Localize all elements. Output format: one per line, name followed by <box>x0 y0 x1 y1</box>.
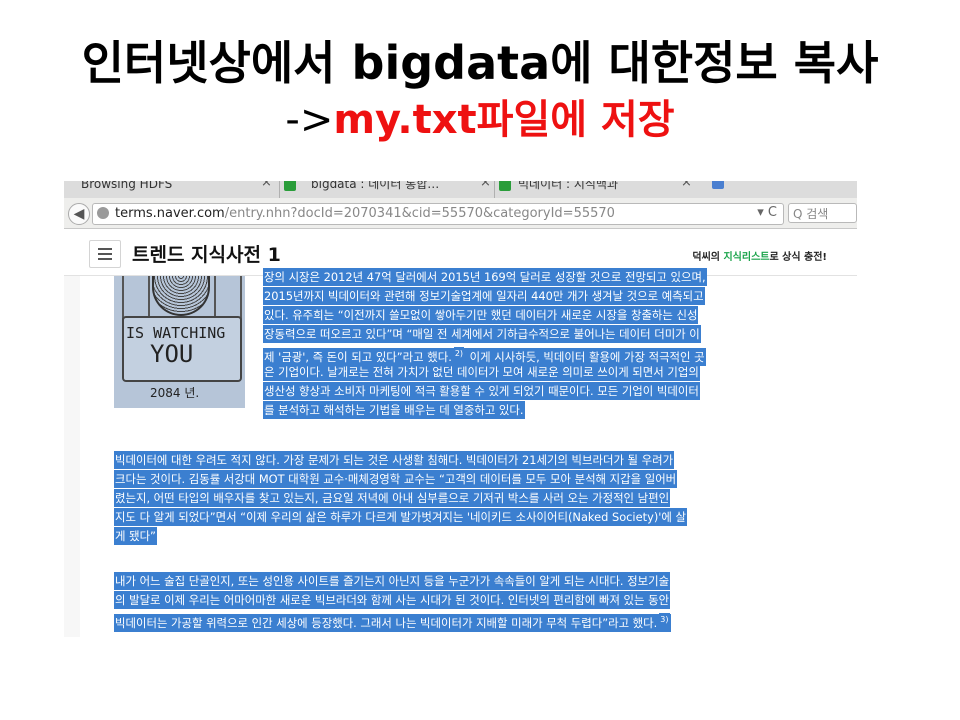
slide-title-line1: 인터넷상에서 bigdata에 대한정보 복사 <box>81 36 879 90</box>
text-line: 를 분석하고 해석하는 기법을 배우는 데 열중하고 있다. <box>263 401 525 419</box>
browser-screenshot: Browsing HDFS × bigdata : 데이터 통합… × 빅데이터… <box>64 181 857 637</box>
text-line: 내가 어느 술집 단골인지, 또는 성인용 사이트를 즐기는지 아닌지 등을 누… <box>114 572 671 590</box>
promo-suffix: 로 상식 충전! <box>769 252 827 263</box>
reload-dropdown-icon[interactable]: ▾ C <box>757 205 777 220</box>
tab-close-icon[interactable]: × <box>681 181 692 189</box>
promo-text[interactable]: 덕씨의 지식리스트로 상식 충전! <box>692 248 827 263</box>
tab-label: 빅데이터 : 지식백과 <box>518 181 618 191</box>
promo-link[interactable]: 지식리스트 <box>723 252 769 263</box>
text-line: 생산성 향상과 소비자 마케팅에 적극 활용할 수 있게 되었기 때문이다. 모… <box>263 382 700 400</box>
text-line: 게 됐다” <box>114 527 157 545</box>
url-host: terms.naver.com <box>115 206 225 221</box>
text-line: 의 발달로 이제 우리는 어마어마한 새로운 빅브라더와 함께 사는 시대가 된… <box>114 591 671 609</box>
illustration-text: 2084 년. <box>150 386 200 400</box>
text-line: 장의 시장은 2012년 47억 달러에서 2015년 169억 달러로 성장할… <box>263 268 707 286</box>
text-line: 렸는지, 어떤 타입의 배우자를 찾고 있는지, 금요일 저녁에 아내 심부름으… <box>114 489 671 507</box>
text-line: 빅데이터에 대한 우려도 적지 않다. 가장 문제가 되는 것은 사생활 침해다… <box>114 451 675 469</box>
article-content: IS WATCHING YOU 2084 년. 장의 시장은 2012년 47억… <box>64 268 857 637</box>
tab-bigdata[interactable]: bigdata : 데이터 통합… × <box>280 181 494 198</box>
url-path: /entry.nhn?docId=2070341&cid=55570&categ… <box>224 206 615 221</box>
text-line: 있다. 유주희는 “이전까지 쓸모없이 쌓아두기만 했던 데이터가 새로운 시장… <box>263 306 699 324</box>
footnote-ref[interactable]: 3) <box>659 613 670 626</box>
tab-browsing-hdfs[interactable]: Browsing HDFS × <box>64 181 279 198</box>
text-line: 크다는 것이다. 김동률 서강대 MOT 대학원 교수·매체경영학 교수는 “고… <box>114 470 678 488</box>
title-arrow: -> <box>285 97 334 143</box>
title-red-text: my.txt파일에 저장 <box>333 97 675 143</box>
naver-favicon-icon <box>499 181 511 191</box>
menu-icon[interactable] <box>89 240 121 268</box>
url-text: terms.naver.com/entry.nhn?docId=2070341&… <box>115 206 615 221</box>
globe-icon <box>97 207 109 219</box>
promo-prefix: 덕씨의 <box>692 252 724 263</box>
slide-title-line2: ->my.txt파일에 저장 <box>0 94 960 146</box>
text-line: 은 기업이다. 날개로는 전혀 가치가 없던 데이터가 모여 새로운 의미로 쓰… <box>263 363 700 381</box>
new-tab-icon[interactable] <box>712 181 724 189</box>
tab-close-icon[interactable]: × <box>480 181 491 189</box>
illustration-text: YOU <box>150 340 194 368</box>
naver-favicon-icon <box>284 181 296 191</box>
footnote-ref[interactable]: 2) <box>453 347 465 360</box>
tab-close-icon[interactable]: × <box>261 181 272 189</box>
address-bar[interactable]: terms.naver.com/entry.nhn?docId=2070341&… <box>92 203 784 225</box>
tab-bar: Browsing HDFS × bigdata : 데이터 통합… × 빅데이터… <box>64 181 857 198</box>
text-line: 지도 다 알게 되었다”면서 “이제 우리의 삶은 하루가 다르게 발가벗겨지는… <box>114 508 687 526</box>
search-input[interactable]: Q 검색 <box>788 203 857 223</box>
tab-label: bigdata : 데이터 통합… <box>311 181 440 191</box>
eye-icon <box>152 276 210 316</box>
page-title: 트렌드 지식사전 1 <box>132 244 281 266</box>
text-line: 제 '금광', 즉 돈이 되고 있다”라고 했다. 2) 이게 시사하듯, 빅데이… <box>263 347 706 366</box>
big-brother-illustration: IS WATCHING YOU 2084 년. <box>114 276 245 408</box>
tab-bigdata-encyclopedia[interactable]: 빅데이터 : 지식백과 × <box>495 181 701 198</box>
back-button[interactable]: ◀ <box>68 203 90 225</box>
navigation-bar: ◀ terms.naver.com/entry.nhn?docId=207034… <box>64 198 857 229</box>
text-line: 빅데이터는 가공할 위력으로 인간 세상에 등장했다. 그래서 나는 빅데이터가… <box>114 613 671 632</box>
text-line: 2015년까지 빅데이터와 관련해 정보기술업계에 일자리 440만 개가 생겨… <box>263 287 705 305</box>
margin-strip <box>64 276 80 637</box>
tab-label: Browsing HDFS <box>81 181 173 191</box>
text-line: 장동력으로 떠오르고 있다”며 “매일 전 세계에서 기하급수적으로 불어나는 … <box>263 325 701 343</box>
